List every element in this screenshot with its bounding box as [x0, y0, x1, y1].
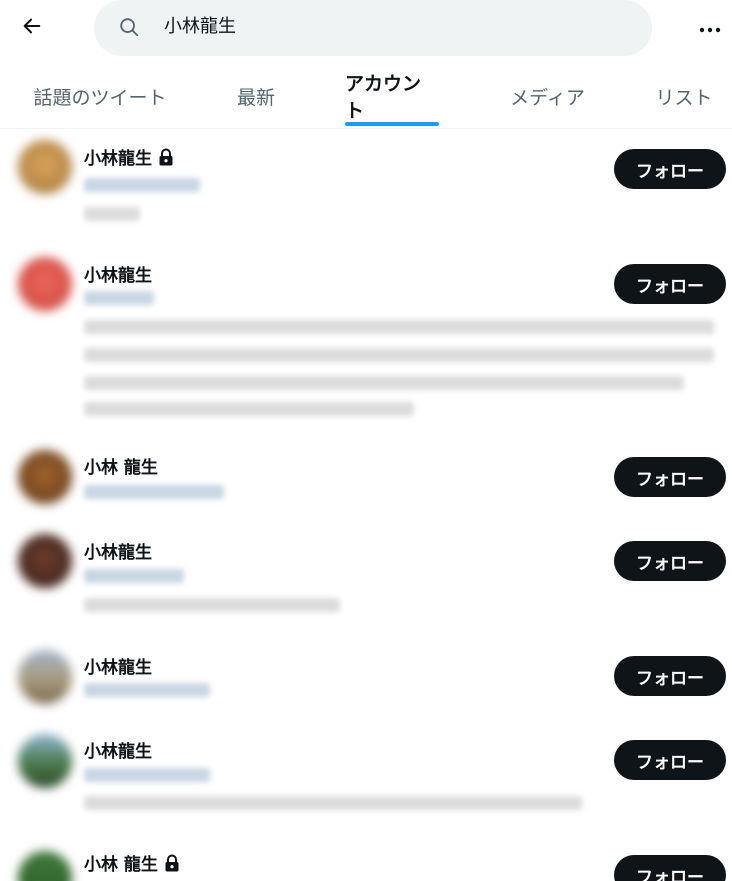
account-name: 小林 龍生 [84, 850, 180, 875]
account-bio-redacted [84, 207, 140, 221]
account-row[interactable]: 小林龍生 フォロー [0, 128, 732, 238]
search-bar[interactable]: 小林龍生 [94, 0, 652, 56]
account-handle-redacted [84, 291, 154, 305]
follow-button[interactable]: フォロー [614, 541, 726, 581]
back-button[interactable] [14, 12, 50, 44]
account-name-text: 小林 龍生 [84, 458, 158, 478]
account-name: 小林龍生 [84, 538, 152, 563]
follow-button[interactable]: フォロー [614, 264, 726, 304]
account-row[interactable]: 小林龍生 フォロー [0, 238, 732, 430]
avatar[interactable] [18, 257, 72, 311]
account-bio-redacted [84, 376, 684, 390]
account-name: 小林龍生 [84, 144, 174, 169]
account-handle-redacted [84, 178, 200, 192]
tab-lists[interactable]: リスト [648, 66, 720, 126]
tab-accounts[interactable]: アカウント [345, 66, 439, 126]
account-name-text: 小林龍生 [84, 742, 152, 762]
account-name-text: 小林龍生 [84, 149, 152, 169]
search-input[interactable]: 小林龍生 [164, 0, 236, 54]
tab-media[interactable]: メディア [500, 66, 595, 126]
avatar[interactable] [18, 450, 72, 504]
account-bio-redacted [84, 348, 714, 362]
account-handle-redacted [84, 569, 184, 583]
avatar[interactable] [18, 650, 72, 704]
avatar[interactable] [18, 851, 72, 881]
more-options-button[interactable] [690, 12, 730, 44]
arrow-left-icon [21, 15, 43, 41]
avatar[interactable] [18, 734, 72, 788]
account-name-text: 小林龍生 [84, 266, 152, 286]
top-bar: 小林龍生 [0, 0, 732, 56]
account-bio-redacted [84, 320, 714, 334]
more-horizontal-icon [699, 19, 721, 38]
account-handle-redacted [84, 485, 224, 499]
account-bio-redacted [84, 402, 414, 416]
account-row[interactable]: 小林 龍生 フォロー [0, 430, 732, 516]
lock-icon [158, 148, 174, 166]
lock-icon [164, 854, 180, 872]
follow-button[interactable]: フォロー [614, 656, 726, 696]
search-icon [118, 16, 140, 42]
tab-label: 話題のツイート [33, 86, 167, 109]
account-row[interactable]: 小林龍生 フォロー [0, 629, 732, 713]
account-name: 小林龍生 [84, 653, 152, 678]
active-tab-indicator [345, 122, 439, 126]
account-handle-redacted [84, 683, 210, 697]
follow-button[interactable]: フォロー [614, 457, 726, 497]
account-bio-redacted [84, 796, 582, 810]
account-name: 小林龍生 [84, 737, 152, 762]
tab-label: 最新 [236, 86, 275, 109]
account-name-text: 小林 龍生 [84, 855, 158, 875]
tab-latest[interactable]: 最新 [225, 66, 287, 126]
tab-top-tweets[interactable]: 話題のツイート [20, 66, 180, 126]
tab-label: アカウント [345, 73, 422, 122]
account-row[interactable]: 小林龍生 フォロー [0, 516, 732, 629]
account-handle-redacted [84, 768, 210, 782]
account-bio-redacted [84, 598, 340, 612]
follow-button[interactable]: フォロー [614, 740, 726, 780]
search-tabs: 話題のツイート 最新 アカウント メディア リスト [0, 66, 732, 129]
tab-label: リスト [655, 86, 713, 109]
account-row[interactable]: 小林 龍生 フォロー [0, 824, 732, 881]
avatar[interactable] [18, 534, 72, 588]
account-name: 小林 龍生 [84, 453, 158, 478]
tab-label: メディア [510, 86, 585, 109]
account-name-text: 小林龍生 [84, 658, 152, 678]
follow-button[interactable]: フォロー [614, 855, 726, 881]
follow-button[interactable]: フォロー [614, 149, 726, 189]
avatar[interactable] [18, 140, 72, 194]
account-name: 小林龍生 [84, 261, 152, 286]
account-row[interactable]: 小林龍生 フォロー [0, 713, 732, 824]
account-name-text: 小林龍生 [84, 543, 152, 563]
